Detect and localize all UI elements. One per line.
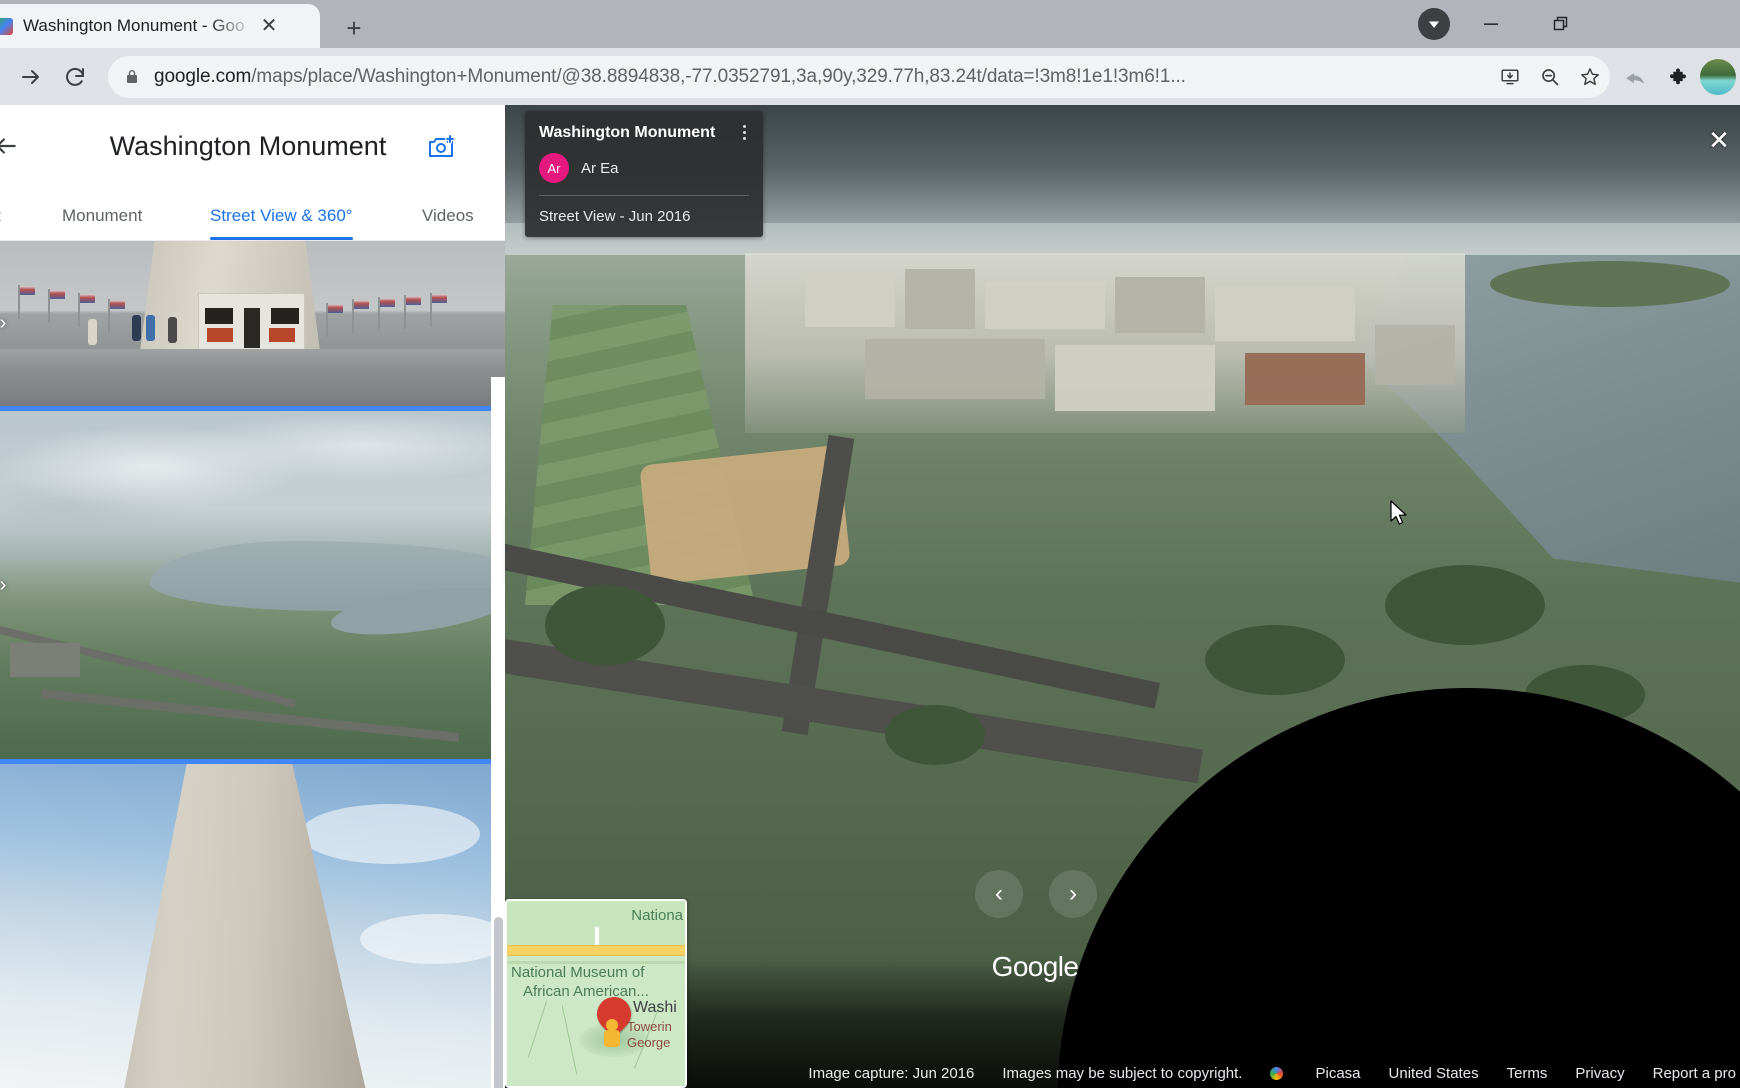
star-icon[interactable] xyxy=(1570,57,1610,97)
thumbnail-aerial-view[interactable]: › xyxy=(0,411,505,759)
thumbnail-monument-upward[interactable] xyxy=(0,764,505,1088)
thumbnail-prev-arrow[interactable]: › xyxy=(0,572,16,598)
next-photo-button[interactable]: › xyxy=(1049,870,1097,918)
picasa-label: Picasa xyxy=(1315,1064,1361,1082)
tab-close-icon[interactable]: ✕ xyxy=(255,12,283,40)
place-panel-header: Washington Monument xyxy=(0,105,505,188)
street-view-info-card: Washington Monument Ar Ar Ea Street View… xyxy=(525,111,763,237)
thumbnail-list: › › xyxy=(0,241,505,1088)
thumbnail-image xyxy=(0,764,505,1088)
previous-photo-button[interactable]: ‹ xyxy=(975,870,1023,918)
picasa-provider[interactable]: Picasa xyxy=(1270,1064,1361,1082)
parking-lot xyxy=(10,643,80,677)
add-photo-icon[interactable] xyxy=(421,127,461,167)
panel-scrollbar[interactable] xyxy=(491,377,505,1088)
copyright-text: Images may be subject to copyright. xyxy=(1002,1064,1243,1082)
plaza-ground xyxy=(0,349,505,406)
tab-street-view-360[interactable]: Street View & 360° xyxy=(210,206,353,240)
url-path: /maps/place/Washington+Monument/@38.8894… xyxy=(251,66,1186,87)
tab-title: Washington Monument - Goo xyxy=(23,16,245,35)
lock-icon xyxy=(124,69,140,85)
report-problem-link[interactable]: Report a pro xyxy=(1653,1065,1736,1082)
thumbnail-image xyxy=(0,241,505,406)
address-bar[interactable]: google.com/maps/place/Washington+Monumen… xyxy=(108,56,1610,98)
minimap-pin-sub-line2: George xyxy=(627,1035,671,1050)
tab-favicon-icon xyxy=(0,17,13,35)
city-blocks xyxy=(745,253,1465,433)
install-app-icon[interactable] xyxy=(1490,57,1530,97)
tab-strip: Washington Monument - Goo ✕ + xyxy=(0,0,1740,48)
google-logo: Google xyxy=(991,951,1079,982)
reload-button[interactable] xyxy=(56,58,94,96)
minimap-pin-sub-line1: Towerin xyxy=(627,1019,672,1034)
minimap-museum-label-line1: National Museum of xyxy=(511,964,645,981)
minimap-museum-label-line2: African American... xyxy=(523,983,649,1000)
cloud-layer xyxy=(0,411,505,551)
tab-monument[interactable]: Monument xyxy=(62,206,142,240)
url-domain: google.com xyxy=(154,66,252,87)
browser-window: Washington Monument - Goo ✕ + google.com… xyxy=(0,0,1740,1088)
street-view-viewport[interactable]: Washington Monument Ar Ar Ea Street View… xyxy=(505,105,1740,1088)
minimap-top-label: Nationa xyxy=(631,907,683,924)
update-badge-icon[interactable] xyxy=(1418,8,1450,40)
thumbnail-image xyxy=(0,411,505,759)
privacy-link[interactable]: Privacy xyxy=(1575,1065,1624,1082)
browser-tab[interactable]: Washington Monument - Goo ✕ xyxy=(0,4,320,48)
window-maximize-button[interactable] xyxy=(1534,0,1588,48)
minimap-pin-sublabel: Towerin George xyxy=(627,1019,672,1051)
attribution-bar: Image capture: Jun 2016 Images may be su… xyxy=(505,1060,1740,1086)
island xyxy=(1490,261,1730,307)
info-card-author[interactable]: Ar Ar Ea xyxy=(539,153,749,195)
window-minimize-button[interactable] xyxy=(1464,0,1518,48)
forward-button[interactable] xyxy=(12,58,50,96)
panel-scrollbar-thumb[interactable] xyxy=(494,917,503,1088)
page-content: Washington Monument est Monument Street … xyxy=(0,105,1740,1088)
picasa-icon xyxy=(1270,1066,1284,1080)
terms-link[interactable]: Terms xyxy=(1507,1065,1548,1082)
thumbnail-prev-arrow[interactable]: › xyxy=(0,311,16,337)
puzzle-icon[interactable] xyxy=(1660,58,1700,98)
info-card-meta: Street View - Jun 2016 xyxy=(539,195,749,237)
author-name: Ar Ea xyxy=(581,159,619,177)
close-icon[interactable]: ✕ xyxy=(1702,123,1736,157)
share-back-icon[interactable] xyxy=(1616,58,1656,98)
profile-avatar[interactable] xyxy=(1700,59,1736,95)
back-arrow-icon[interactable] xyxy=(0,131,26,161)
mouse-cursor xyxy=(1389,500,1409,528)
place-side-panel: Washington Monument est Monument Street … xyxy=(0,105,505,1088)
zoom-out-icon[interactable] xyxy=(1530,57,1570,97)
tab-overview[interactable]: est xyxy=(0,206,1,240)
thumbnail-monument-base[interactable]: › xyxy=(0,241,505,406)
tab-videos[interactable]: Videos xyxy=(422,206,474,240)
minimap-main-road xyxy=(507,945,685,956)
url-text: google.com/maps/place/Washington+Monumen… xyxy=(154,66,1490,88)
browser-toolbar: google.com/maps/place/Washington+Monumen… xyxy=(0,48,1740,105)
new-tab-button[interactable]: + xyxy=(338,12,370,44)
minimap-pin-label: Washi xyxy=(633,999,677,1016)
page-title: Washington Monument xyxy=(109,131,387,161)
country-link[interactable]: United States xyxy=(1389,1065,1479,1082)
info-card-title: Washington Monument xyxy=(539,124,716,141)
pegman-icon[interactable] xyxy=(602,1019,622,1047)
place-panel-tabs: est Monument Street View & 360° Videos xyxy=(0,188,505,241)
avatar: Ar xyxy=(539,153,569,183)
image-capture-text: Image capture: Jun 2016 xyxy=(808,1064,975,1082)
kebab-menu-icon[interactable] xyxy=(733,121,755,143)
